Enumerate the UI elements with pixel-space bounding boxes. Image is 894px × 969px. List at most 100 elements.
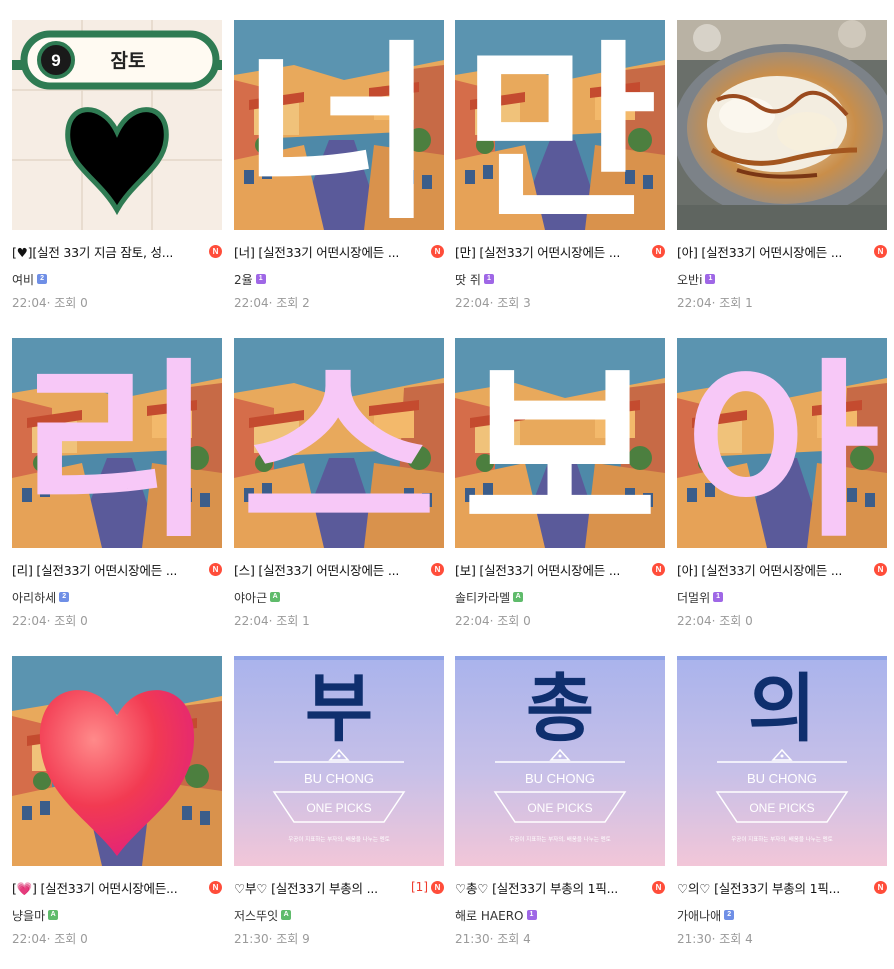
post-title-row[interactable]: ♡총♡ [실전33기 부총의 1픽... N [455,877,665,897]
post-title-row[interactable]: [보] [실전33기 어떤시장에든 ... N [455,559,665,579]
author-row: 여비 2 [12,270,48,288]
author-name[interactable]: 땃 쥐 [455,271,481,288]
post-title-row[interactable]: [아] [실전33기 어떤시장에든 ... N [677,241,887,261]
post-thumbnail[interactable]: 의 BU CHONG ONE PICKS 우공이 지표하는 부자의, 배움을 나… [677,656,887,866]
author-name[interactable]: 더멀위 [677,589,710,606]
author-name[interactable]: 아리하세 [12,589,56,606]
station-sign-thumbnail: 9 잠토 [12,20,222,230]
member-level-badge: A [281,910,292,920]
post-title[interactable]: [아] [실전33기 어떤시장에든 ... [677,242,871,261]
author-row: 냥을마 A [12,906,59,924]
member-level-badge: 1 [483,274,494,284]
buchong-thumbnail: 부 BU CHONG ONE PICKS 우공이 지표하는 부자의, 배움을 나… [234,656,444,866]
post-thumbnail[interactable]: 너 [234,20,444,230]
author-name[interactable]: 오반i [677,271,702,288]
post-card[interactable]: [아] [실전33기 어떤시장에든 ... N 오반i 1 22:04· 조회 … [677,20,887,320]
post-thumbnail[interactable]: 만 [455,20,665,230]
post-card[interactable]: 부 BU CHONG ONE PICKS 우공이 지표하는 부자의, 배움을 나… [234,656,444,956]
post-card[interactable]: 총 BU CHONG ONE PICKS 우공이 지표하는 부자의, 배움을 나… [455,656,665,956]
post-thumbnail[interactable] [677,20,887,230]
post-title[interactable]: [💗] [실전33기 어떤시장에든... [12,878,206,897]
street-glyph-thumbnail: 보 [455,338,665,548]
post-card[interactable]: 만 [만] [실전33기 어떤시장에든 ... N 땃 쥐 1 22:04· 조… [455,20,665,320]
buchong-picks: ONE PICKS [527,801,592,815]
new-badge-icon: N [209,562,222,576]
author-name[interactable]: 솔티카라멜 [455,589,510,606]
heart-street-thumbnail [12,656,222,866]
post-thumbnail[interactable]: 스 [234,338,444,548]
post-title-row[interactable]: [♥][실전 33기 지금 잠토, 성... N [12,241,222,261]
post-title-row[interactable]: ♡부♡ [실전33기 부총의 ... [1] N [234,877,444,897]
post-title[interactable]: [만] [실전33기 어떤시장에든 ... [455,242,649,261]
post-title[interactable]: ♡총♡ [실전33기 부총의 1픽... [455,878,649,897]
post-title-row[interactable]: [스] [실전33기 어떤시장에든 ... N [234,559,444,579]
post-title[interactable]: [리] [실전33기 어떤시장에든 ... [12,560,206,579]
post-title[interactable]: [보] [실전33기 어떤시장에든 ... [455,560,649,579]
author-name[interactable]: 야아근 [234,589,267,606]
thumbnail-glyph: 보 [462,342,658,548]
buchong-brand: BU CHONG [525,771,595,786]
member-level-badge: 1 [526,910,537,920]
post-title[interactable]: [너] [실전33기 어떤시장에든 ... [234,242,428,261]
post-card[interactable]: 9 잠토 [♥][실전 33기 지금 잠토, 성... N 여비 2 22:04… [12,20,222,320]
new-badge-icon: N [209,880,222,894]
post-meta: 21:30· 조회 4 [455,930,531,947]
post-card[interactable]: 의 BU CHONG ONE PICKS 우공이 지표하는 부자의, 배움을 나… [677,656,887,956]
post-thumbnail[interactable] [12,656,222,866]
post-title-row[interactable]: ♡의♡ [실전33기 부총의 1픽... N [677,877,887,897]
thumbnail-glyph: 스 [241,342,437,548]
post-meta: 22:04· 조회 1 [677,294,753,311]
author-row: 야아근 A [234,588,281,606]
post-time: 21:30 [677,932,712,946]
post-views: 조회 0 [54,932,88,946]
author-name[interactable]: 여비 [12,271,34,288]
author-name[interactable]: 2율 [234,271,253,288]
post-title[interactable]: [♥][실전 33기 지금 잠토, 성... [12,242,206,261]
post-card[interactable]: [💗] [실전33기 어떤시장에든... N 냥을마 A 22:04· 조회 0 [12,656,222,956]
new-badge-icon: N [209,244,222,258]
post-card[interactable]: 아 [아] [실전33기 어떤시장에든 ... N 더멀위 1 22:04· 조… [677,338,887,638]
post-time: 21:30 [455,932,490,946]
post-title[interactable]: [아] [실전33기 어떤시장에든 ... [677,560,871,579]
post-card[interactable]: 스 [스] [실전33기 어떤시장에든 ... N 야아근 A 22:04· 조… [234,338,444,638]
author-name[interactable]: 가애나애 [677,907,721,924]
new-badge-icon: N [652,880,665,894]
thumbnail-glyph: 아 [684,342,880,548]
post-meta: 22:04· 조회 0 [455,612,531,629]
post-card[interactable]: 리 [리] [실전33기 어떤시장에든 ... N 아리하세 2 22:04· … [12,338,222,638]
buchong-thumbnail: 의 BU CHONG ONE PICKS 우공이 지표하는 부자의, 배움을 나… [677,656,887,866]
post-card[interactable]: 보 [보] [실전33기 어떤시장에든 ... N 솔티카라멜 A 22:04·… [455,338,665,638]
post-thumbnail[interactable]: 보 [455,338,665,548]
post-time: 22:04 [12,614,47,628]
author-name[interactable]: 해로 HAERO [455,907,524,924]
author-name[interactable]: 냥을마 [12,907,45,924]
post-time: 22:04 [234,614,269,628]
post-thumbnail[interactable]: 9 잠토 [12,20,222,230]
member-level-badge: 1 [713,592,724,602]
post-time: 22:04 [234,296,269,310]
post-thumbnail[interactable]: 아 [677,338,887,548]
post-title-row[interactable]: [너] [실전33기 어떤시장에든 ... N [234,241,444,261]
post-title-row[interactable]: [만] [실전33기 어떤시장에든 ... N [455,241,665,261]
post-meta: 21:30· 조회 4 [677,930,753,947]
author-name[interactable]: 저스뚜잇 [234,907,278,924]
member-level-badge: 2 [37,274,48,284]
street-glyph-thumbnail: 아 [677,338,887,548]
post-views: 조회 1 [276,614,310,628]
post-title-row[interactable]: [💗] [실전33기 어떤시장에든... N [12,877,222,897]
post-thumbnail[interactable]: 부 BU CHONG ONE PICKS 우공이 지표하는 부자의, 배움을 나… [234,656,444,866]
post-title[interactable]: ♡의♡ [실전33기 부총의 1픽... [677,878,871,897]
comment-count[interactable]: [1] [411,880,428,894]
thumbnail-glyph: 총 [526,666,594,752]
post-title[interactable]: [스] [실전33기 어떤시장에든 ... [234,560,428,579]
member-level-badge: 1 [705,274,716,284]
new-badge-icon: N [652,244,665,258]
post-time: 21:30 [234,932,269,946]
post-title-row[interactable]: [리] [실전33기 어떤시장에든 ... N [12,559,222,579]
post-title[interactable]: ♡부♡ [실전33기 부총의 ... [234,878,409,897]
post-title-row[interactable]: [아] [실전33기 어떤시장에든 ... N [677,559,887,579]
post-thumbnail[interactable]: 리 [12,338,222,548]
post-time: 22:04 [677,614,712,628]
post-card[interactable]: 너 [너] [실전33기 어떤시장에든 ... N 2율 1 22:04· 조회… [234,20,444,320]
post-thumbnail[interactable]: 총 BU CHONG ONE PICKS 우공이 지표하는 부자의, 배움을 나… [455,656,665,866]
